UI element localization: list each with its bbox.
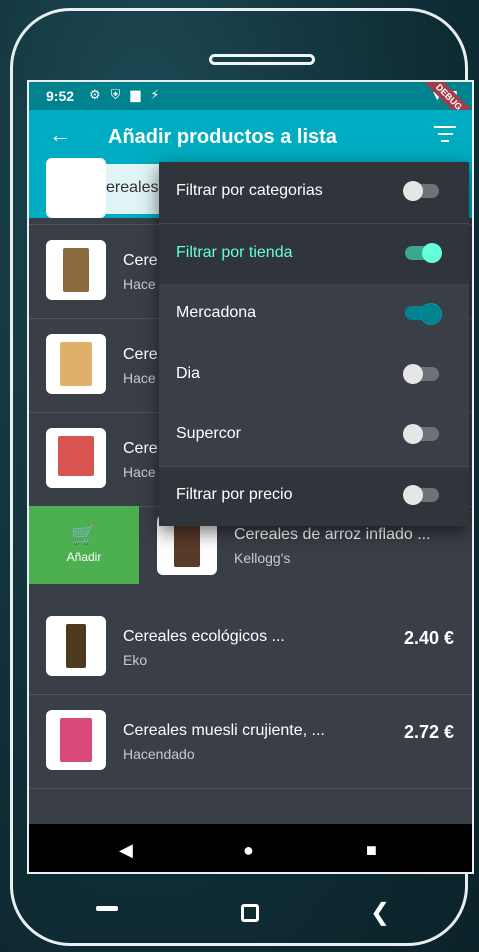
- product-brand: Hace: [123, 464, 156, 480]
- product-image: [46, 240, 106, 300]
- product-name: Cere: [123, 440, 158, 457]
- product-brand: Hacendado: [123, 746, 195, 762]
- product-name: Cere: [123, 346, 158, 363]
- device-screen: 9:52 ⚙ ⛨ ▆ ⚡ ▼ ▮ DEBUG ← Añadir producto…: [27, 80, 474, 874]
- filter-icon[interactable]: [434, 126, 456, 144]
- shield-icon: ⛨: [110, 87, 121, 102]
- package-graphic: [60, 718, 92, 762]
- package-graphic: [58, 436, 94, 476]
- settings-icon: ⚙: [89, 87, 101, 102]
- status-time: 9:52: [46, 88, 75, 104]
- product-brand: Hace: [123, 370, 156, 386]
- add-action-label: Añadir: [66, 550, 102, 564]
- product-name: Cere: [123, 252, 158, 269]
- hardware-home-icon[interactable]: [241, 904, 259, 922]
- toggle-knob: [403, 364, 423, 384]
- menu-item-label: Filtrar por tienda: [176, 244, 293, 261]
- sd-card-icon: ▆: [130, 87, 141, 102]
- page-title: Añadir productos a lista: [108, 126, 337, 148]
- hardware-back-icon[interactable]: ❮: [370, 898, 390, 927]
- menu-item-label: Dia: [176, 365, 201, 382]
- status-bar: 9:52 ⚙ ⛨ ▆ ⚡ ▼ ▮ DEBUG: [29, 82, 472, 134]
- menu-item-filter-store[interactable]: Filtrar por tienda: [159, 224, 469, 284]
- add-to-list-action[interactable]: 🛒 Añadir: [29, 506, 139, 584]
- product-image: [46, 158, 106, 218]
- system-nav-bar: ◀ ● ■: [29, 824, 472, 872]
- menu-item-label: Filtrar por precio: [176, 486, 293, 503]
- arrow-back-icon[interactable]: ←: [49, 122, 71, 148]
- nav-back-icon[interactable]: ◀: [119, 840, 133, 861]
- product-price: 2.40 €: [403, 628, 454, 648]
- product-image: [46, 334, 106, 394]
- package-graphic: [60, 342, 92, 386]
- product-image: [46, 616, 106, 676]
- store-submenu: Mercadona Dia Supercor: [159, 284, 469, 466]
- toggle-knob: [403, 424, 423, 444]
- product-image: [46, 428, 106, 488]
- product-brand: Kellogg's: [234, 550, 291, 566]
- product-name: Cereales de arroz inflado ...: [234, 526, 431, 543]
- product-name: Cereales ecológicos ...: [123, 628, 285, 645]
- menu-item-label: Supercor: [176, 425, 241, 442]
- product-price: 2.72 €: [403, 722, 454, 742]
- supercor-toggle[interactable]: [403, 424, 439, 444]
- package-graphic: [63, 248, 89, 292]
- category-filter-toggle[interactable]: [403, 181, 439, 201]
- menu-item-store-supercor[interactable]: Supercor: [159, 405, 469, 465]
- mercadona-toggle[interactable]: [405, 303, 442, 325]
- speaker-slot: [209, 54, 315, 65]
- menu-item-store-mercadona[interactable]: Mercadona: [159, 284, 469, 344]
- toggle-knob: [420, 303, 442, 325]
- search-value: cereales: [98, 179, 159, 196]
- menu-item-store-dia[interactable]: Dia: [159, 345, 469, 405]
- toggle-knob: [422, 243, 442, 263]
- add-cart-icon: 🛒: [71, 524, 96, 546]
- product-image: [46, 710, 106, 770]
- hardware-menu-icon[interactable]: [96, 906, 118, 911]
- status-icons: ⚙ ⛨ ▆ ⚡: [89, 87, 160, 103]
- product-name: Cereales muesli crujiente, ...: [123, 722, 325, 739]
- price-filter-toggle[interactable]: [403, 485, 439, 505]
- flash-icon: ⚡: [150, 87, 160, 102]
- menu-item-label: Mercadona: [176, 304, 257, 321]
- product-brand: Eko: [123, 652, 148, 668]
- list-item[interactable]: Cereales ecológicos ... Eko 2.40 €: [29, 600, 472, 695]
- list-item[interactable]: Cereales muesli crujiente, ... Hacendado…: [29, 694, 472, 789]
- dia-toggle[interactable]: [403, 364, 439, 384]
- package-graphic: [66, 624, 86, 668]
- filter-menu: Filtrar por categorias Filtrar por tiend…: [159, 162, 469, 526]
- store-filter-toggle[interactable]: [405, 243, 442, 263]
- nav-home-icon[interactable]: ●: [243, 840, 254, 861]
- toggle-knob: [403, 181, 423, 201]
- nav-recents-icon[interactable]: ■: [366, 840, 377, 861]
- menu-item-filter-category[interactable]: Filtrar por categorias: [159, 162, 469, 222]
- menu-item-label: Filtrar por categorias: [176, 182, 323, 199]
- toggle-knob: [403, 485, 423, 505]
- product-brand: Hace: [123, 276, 156, 292]
- menu-item-filter-price[interactable]: Filtrar por precio: [159, 466, 469, 526]
- package-graphic: [174, 523, 200, 567]
